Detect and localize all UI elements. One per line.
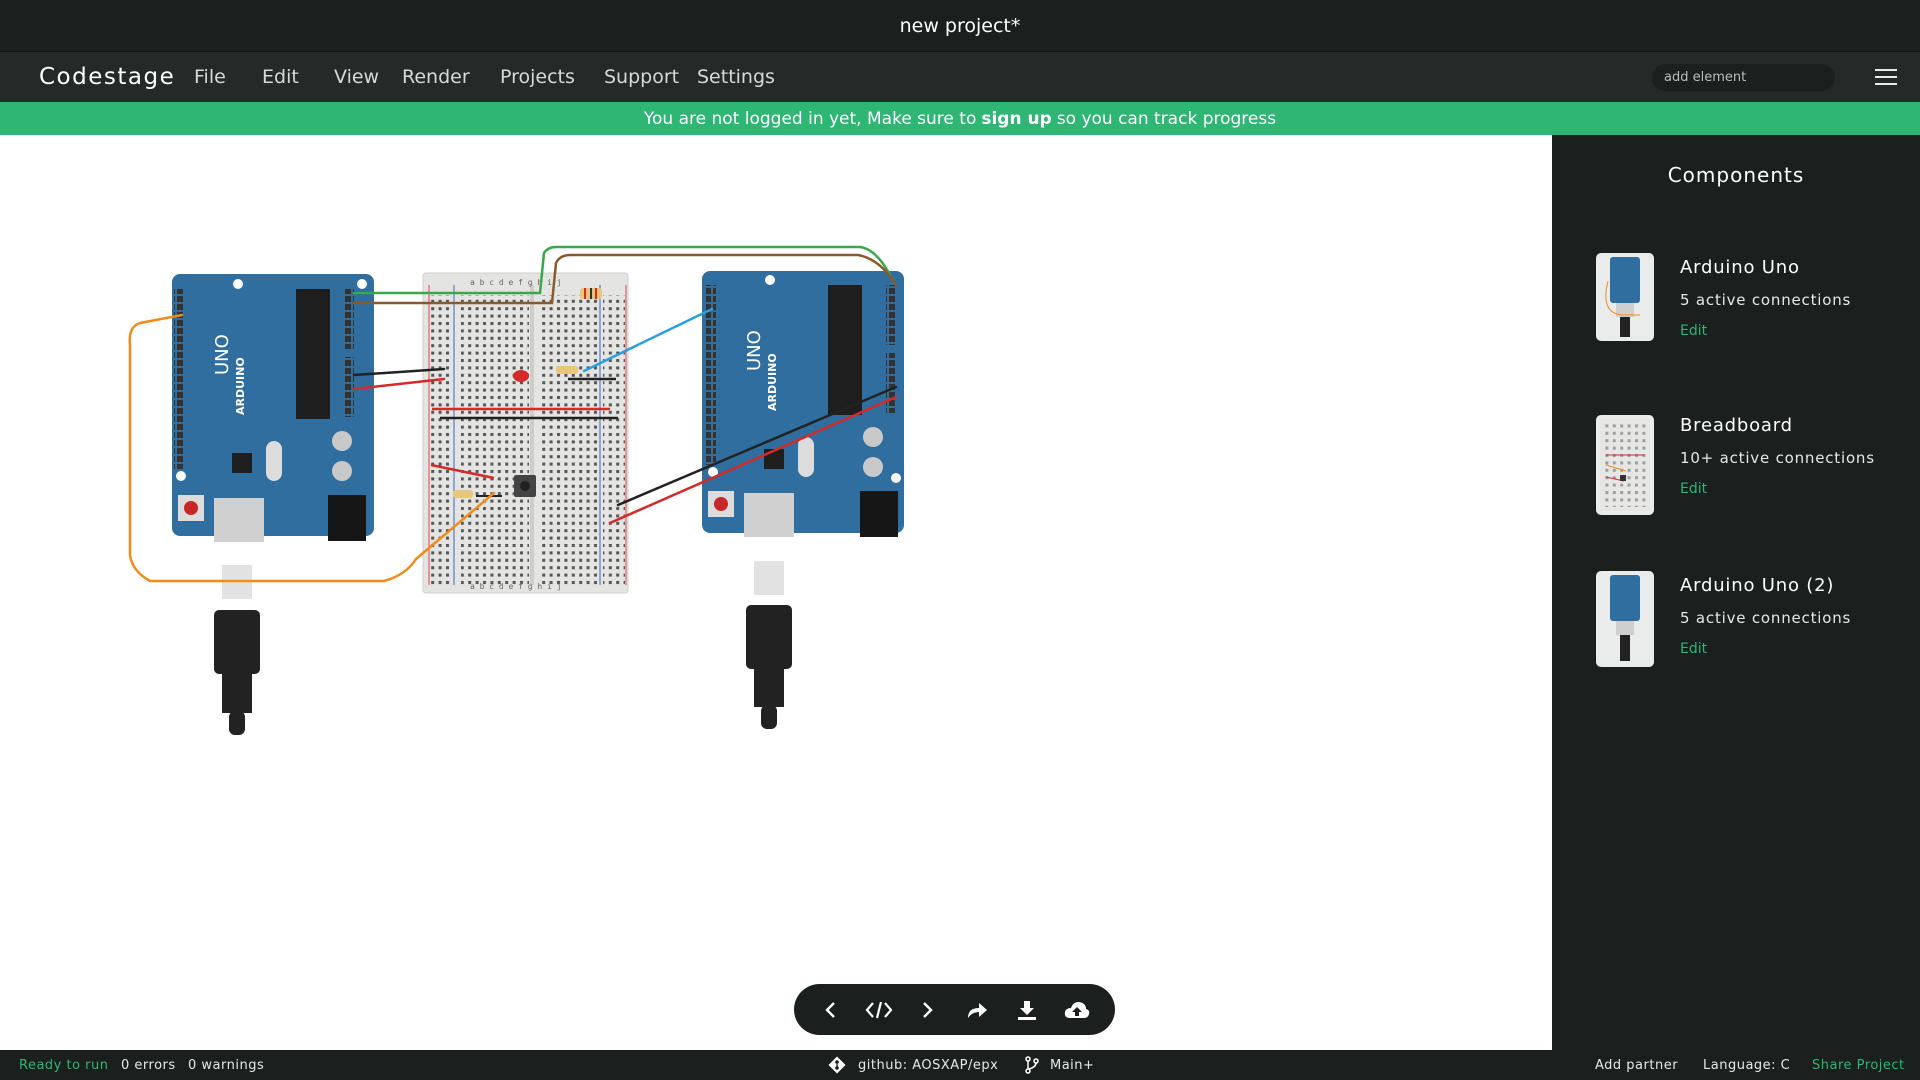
arduino-uno-2[interactable]: UNO ARDUINO <box>702 271 904 537</box>
usb-cable-2[interactable] <box>746 561 792 729</box>
component-connections: 5 active connections <box>1680 291 1852 309</box>
git-icon <box>827 1055 847 1079</box>
resistor-2[interactable] <box>556 366 578 374</box>
canvas-toolbar <box>794 984 1115 1035</box>
menu-settings[interactable]: Settings <box>697 66 775 88</box>
board-label-uno-2: UNO <box>744 330 765 371</box>
usb-cable-1[interactable] <box>214 565 260 735</box>
download-icon[interactable] <box>1010 993 1044 1027</box>
component-name: Arduino Uno <box>1680 257 1800 278</box>
component-name: Arduino Uno (2) <box>1680 575 1835 596</box>
code-icon[interactable] <box>862 993 896 1027</box>
branch-name[interactable]: Main+ <box>1050 1058 1094 1073</box>
warning-count[interactable]: 0 warnings <box>188 1058 264 1073</box>
component-name: Breadboard <box>1680 415 1793 436</box>
error-count[interactable]: 0 errors <box>121 1058 176 1073</box>
edit-link[interactable]: Edit <box>1680 323 1707 339</box>
share-icon[interactable] <box>960 993 994 1027</box>
window-title: new project* <box>0 0 1920 51</box>
signup-link[interactable]: sign up <box>981 109 1051 129</box>
banner-text-suffix: so you can track progress <box>1056 108 1277 129</box>
menu-render[interactable]: Render <box>402 66 470 88</box>
login-banner: You are not logged in yet, Make sure to … <box>0 102 1920 135</box>
repo-link[interactable]: github: AOSXAP/epx <box>858 1058 998 1073</box>
circuit-diagram[interactable]: a b c d e f g h i j a b c d e f g h i j <box>0 135 1552 1050</box>
led[interactable] <box>513 370 529 382</box>
breadboard-thumbnail <box>1596 415 1654 515</box>
breadboard-col-labels-top: a b c d e f g h i j <box>470 278 562 287</box>
components-panel: Components Arduino Uno 5 active connecti… <box>1552 135 1920 1050</box>
branch-icon <box>1024 1056 1040 1078</box>
share-project-button[interactable]: Share Project <box>1812 1058 1905 1073</box>
board-label-arduino: ARDUINO <box>234 357 247 415</box>
component-connections: 10+ active connections <box>1680 449 1875 467</box>
circuit-canvas[interactable]: a b c d e f g h i j a b c d e f g h i j <box>0 135 1552 1050</box>
app-brand[interactable]: Codestage <box>39 64 175 90</box>
menu-view[interactable]: View <box>334 66 379 88</box>
board-label-arduino-2: ARDUINO <box>766 353 779 411</box>
edit-link[interactable]: Edit <box>1680 641 1707 657</box>
menu-file[interactable]: File <box>194 66 226 88</box>
component-card-arduino-uno-2[interactable]: Arduino Uno (2) 5 active connections Edi… <box>1582 571 1912 681</box>
run-status: Ready to run <box>19 1058 109 1073</box>
menu-edit[interactable]: Edit <box>262 66 299 88</box>
arduino-uno-1[interactable]: UNO ARDUINO <box>172 274 374 542</box>
language-selector[interactable]: Language: C <box>1703 1058 1790 1073</box>
menu-projects[interactable]: Projects <box>500 66 575 88</box>
menu-bar: Codestage File Edit View Render Projects… <box>0 51 1920 102</box>
edit-link[interactable]: Edit <box>1680 481 1707 497</box>
menu-support[interactable]: Support <box>604 66 679 88</box>
cloud-upload-icon[interactable] <box>1060 993 1094 1027</box>
add-partner-button[interactable]: Add partner <box>1595 1058 1678 1073</box>
arduino-uno-2-thumbnail <box>1596 571 1654 667</box>
add-element-input[interactable] <box>1652 64 1835 91</box>
component-card-arduino-uno[interactable]: Arduino Uno 5 active connections Edit <box>1582 253 1912 363</box>
board-label-uno: UNO <box>212 334 233 375</box>
arduino-uno-thumbnail <box>1596 253 1654 341</box>
breadboard-col-labels-bottom: a b c d e f g h i j <box>470 582 562 591</box>
chevron-right-icon[interactable] <box>910 993 944 1027</box>
component-connections: 5 active connections <box>1680 609 1852 627</box>
status-bar: Ready to run 0 errors 0 warnings github:… <box>0 1050 1920 1080</box>
breadboard[interactable]: a b c d e f g h i j a b c d e f g h i j <box>422 272 629 594</box>
chevron-left-icon[interactable] <box>814 993 848 1027</box>
resistor-3[interactable] <box>453 490 473 498</box>
banner-text-prefix: You are not logged in yet, Make sure to <box>643 108 977 129</box>
component-card-breadboard[interactable]: Breadboard 10+ active connections Edit <box>1582 411 1912 521</box>
hamburger-icon[interactable] <box>1875 69 1897 86</box>
components-title: Components <box>1667 163 1805 187</box>
